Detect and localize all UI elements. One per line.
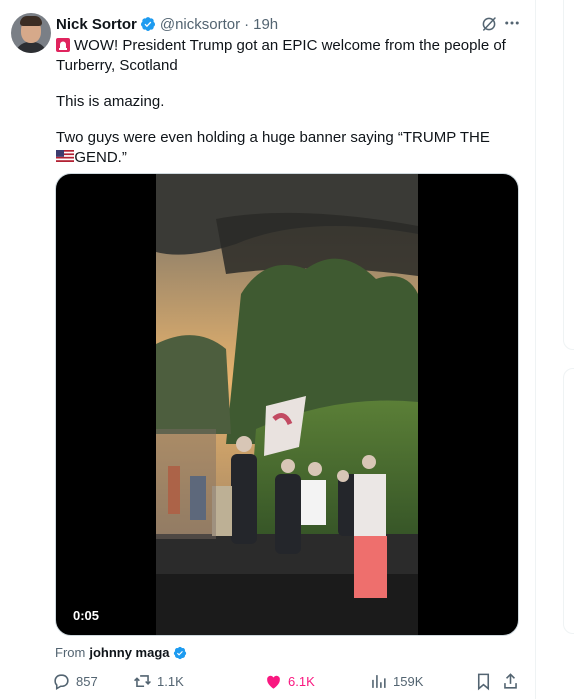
sidebar-card[interactable] <box>563 0 574 350</box>
repost-count: 1.1K <box>157 673 184 689</box>
tweet-card[interactable]: Nick Sortor @nicksortor · 19h WOW! Presi… <box>0 0 536 699</box>
author-handle[interactable]: @nicksortor <box>160 16 240 33</box>
video-player[interactable]: 0:05 <box>55 173 519 636</box>
post-text: WOW! President Trump got an EPIC welcome… <box>74 37 506 54</box>
like-icon <box>267 675 280 689</box>
post-text-line-2: Turberry, Scotland <box>56 57 178 74</box>
views-button[interactable]: 159K <box>369 670 423 692</box>
post-text-line-3: This is amazing. <box>56 93 165 110</box>
video-duration: 0:05 <box>67 606 106 625</box>
like-button[interactable]: 6.1K <box>264 670 315 692</box>
separator-dot: · <box>244 15 250 33</box>
post-time[interactable]: 19h <box>253 16 278 33</box>
video-attribution: From johnny maga <box>55 645 191 660</box>
flag-line <box>56 148 522 162</box>
author-name[interactable]: Nick Sortor <box>56 16 137 33</box>
reply-count: 857 <box>76 673 98 689</box>
tweet-header: Nick Sortor @nicksortor · 19h <box>56 14 278 34</box>
reply-button[interactable]: 857 <box>52 670 98 692</box>
video-frame[interactable] <box>156 174 418 636</box>
share-button[interactable] <box>501 670 520 692</box>
views-icon <box>372 674 386 688</box>
more-icon[interactable] <box>503 14 521 32</box>
attribution-prefix: From <box>55 645 86 660</box>
bookmark-icon <box>477 673 490 690</box>
views-count: 159K <box>393 673 424 689</box>
repost-icon <box>134 674 151 687</box>
grok-icon[interactable] <box>480 15 498 33</box>
verified-badge-icon <box>140 17 155 31</box>
repost-button[interactable]: 1.1K <box>133 670 184 692</box>
action-bar: 857 1.1K 6.1K 159K <box>52 670 522 692</box>
alert-siren-icon <box>56 38 70 52</box>
bookmark-button[interactable] <box>474 670 493 692</box>
post-text-line-1: WOW! President Trump got an EPIC welcome… <box>56 36 522 56</box>
avatar[interactable] <box>11 13 51 53</box>
sidebar-card[interactable] <box>563 368 574 634</box>
verified-badge-icon <box>173 646 186 659</box>
reply-icon <box>54 673 69 690</box>
right-sidebar <box>537 0 574 699</box>
us-flag-icon <box>56 150 74 162</box>
like-count: 6.1K <box>288 673 315 689</box>
attribution-source[interactable]: johnny maga <box>89 645 169 660</box>
share-icon <box>504 672 517 689</box>
